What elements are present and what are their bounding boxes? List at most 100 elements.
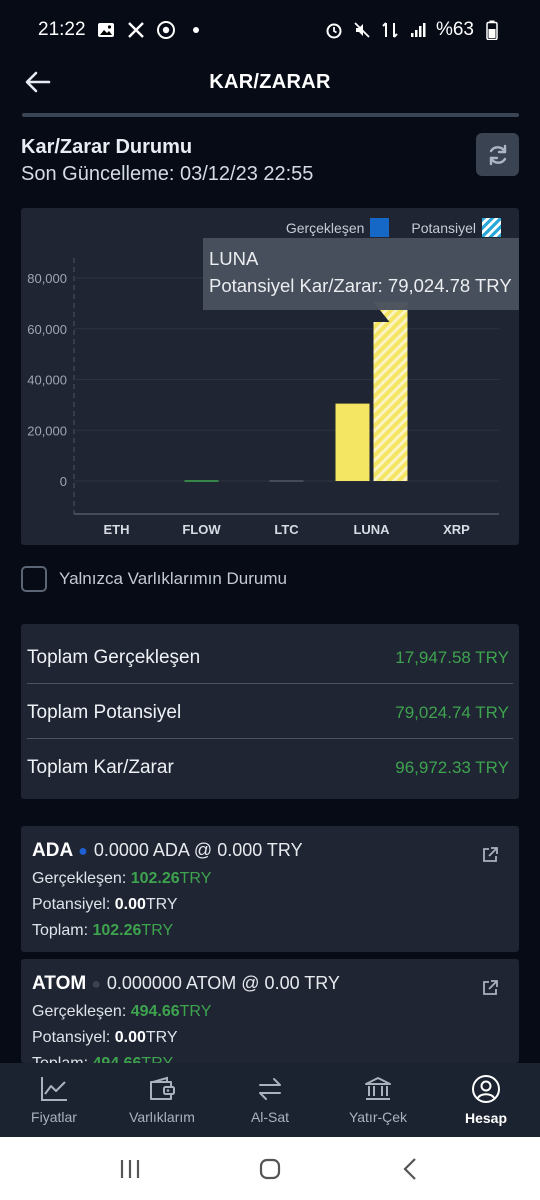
refresh-icon xyxy=(489,144,506,165)
legend-swatch-potential[interactable] xyxy=(482,218,501,237)
battery-icon xyxy=(482,20,502,40)
asset-symbol: ADA xyxy=(32,840,74,861)
holdings-only-checkbox[interactable] xyxy=(21,566,47,592)
x-tick-label: XRP xyxy=(443,522,470,537)
x-tick-label: ETH xyxy=(104,522,130,537)
realized-label: Gerçekleşen: xyxy=(32,1003,127,1020)
data-icon xyxy=(380,20,400,40)
nav-label: Al-Sat xyxy=(250,1109,290,1125)
potential-value: 0.00 xyxy=(114,1029,146,1046)
asset-header: ADA ● 0.0000 ADA @ 0.000 TRY xyxy=(32,840,303,862)
totals-card: Toplam Gerçekleşen 17,947.58 TRY Toplam … xyxy=(21,624,519,799)
total-realized-value: 17,947.58 TRY xyxy=(395,647,509,667)
recent-apps-icon xyxy=(120,1159,140,1178)
chart-line-icon xyxy=(41,1077,67,1101)
realized-currency: TRY xyxy=(179,1003,212,1020)
asset-symbol: ATOM xyxy=(32,973,87,994)
total-currency: TRY xyxy=(141,922,174,939)
arrow-left-icon xyxy=(25,71,51,93)
nav-label: Fiyatlar xyxy=(31,1109,77,1125)
asset-dot-icon: ● xyxy=(78,843,88,860)
home-icon xyxy=(259,1158,281,1179)
potential-value: 0.00 xyxy=(114,896,146,913)
asset-total: Toplam: 102.26TRY xyxy=(32,922,173,940)
total-pl-label: Toplam Kar/Zarar xyxy=(27,756,174,778)
profit-loss-chart: 0 20,000 40,000 60,000 80,000 ETH FLOW LTC LUNA X… xyxy=(21,208,519,545)
section-title: Kar/Zarar Durumu xyxy=(21,136,193,158)
total-potential-row: Toplam Potansiyel 79,024.74 TRY xyxy=(27,685,513,740)
holdings-only-label: Yalnızca Varlıklarımın Durumu xyxy=(59,569,287,588)
y-tick-label: 0 xyxy=(60,474,67,489)
legend-swatch-realized[interactable] xyxy=(370,218,390,237)
potential-label: Potansiyel: xyxy=(32,1029,111,1046)
nav-item-prices[interactable]: Fiyatlar xyxy=(0,1063,108,1137)
external-link-button[interactable] xyxy=(481,979,499,997)
asset-realized: Gerçekleşen: 494.66TRY xyxy=(32,1003,211,1021)
y-tick-label: 20,000 xyxy=(27,423,67,438)
notification-dot-icon xyxy=(186,20,206,40)
potential-currency: TRY xyxy=(145,896,178,913)
status-bar: 21:22 %63 xyxy=(0,0,540,60)
nav-label: Varlıklarım xyxy=(129,1109,195,1125)
asset-card-ada[interactable]: ADA ● 0.0000 ADA @ 0.000 TRY Gerçekleşen… xyxy=(21,826,519,952)
swap-arrows-icon xyxy=(259,1078,281,1100)
asset-quantity: 0.0000 ADA @ 0.000 TRY xyxy=(93,840,303,860)
mute-icon xyxy=(352,20,372,40)
system-back-button[interactable] xyxy=(390,1149,430,1189)
total-label: Toplam: xyxy=(32,922,89,939)
asset-potential: Potansiyel: 0.00TRY xyxy=(32,896,178,914)
status-time: 21:22 xyxy=(38,19,86,40)
divider xyxy=(27,738,513,739)
system-navigation xyxy=(0,1137,540,1200)
nav-item-account[interactable]: Hesap xyxy=(432,1063,540,1137)
alarm-icon xyxy=(324,20,344,40)
bar-potential-luna xyxy=(373,302,408,481)
wallet-icon xyxy=(150,1076,175,1100)
potential-label: Potansiyel: xyxy=(32,896,111,913)
signal-icon xyxy=(408,20,428,40)
realized-currency: TRY xyxy=(179,870,212,887)
external-link-icon xyxy=(483,980,498,995)
last-updated: Son Güncelleme: 03/12/23 22:55 xyxy=(21,163,314,185)
total-value: 494.66 xyxy=(92,1055,141,1063)
total-realized-row: Toplam Gerçekleşen 17,947.58 TRY xyxy=(27,630,513,685)
holdings-only-filter[interactable]: Yalnızca Varlıklarımın Durumu xyxy=(21,566,287,592)
x-tick-label: LTC xyxy=(274,522,299,537)
potential-currency: TRY xyxy=(145,1029,178,1046)
asset-realized: Gerçekleşen: 102.26TRY xyxy=(32,870,211,888)
user-icon xyxy=(472,1075,500,1103)
nav-item-deposit-withdraw[interactable]: Yatır-Çek xyxy=(324,1063,432,1137)
total-label: Toplam: xyxy=(32,1055,88,1063)
asset-potential: Potansiyel: 0.00TRY xyxy=(32,1029,178,1047)
home-button[interactable] xyxy=(250,1149,290,1189)
asset-total: Toplam: 494.66TRY xyxy=(32,1055,173,1063)
nav-item-assets[interactable]: Varlıklarım xyxy=(108,1063,216,1137)
refresh-button[interactable] xyxy=(476,133,519,176)
y-tick-label: 60,000 xyxy=(27,322,67,337)
realized-label: Gerçekleşen: xyxy=(32,870,127,887)
recent-apps-button[interactable] xyxy=(110,1149,150,1189)
legend-label-realized: Gerçekleşen xyxy=(285,219,365,236)
nav-label: Hesap xyxy=(464,1110,508,1126)
x-icon xyxy=(126,20,146,40)
asset-dot-icon: ● xyxy=(91,976,101,993)
asset-header: ATOM ● 0.000000 ATOM @ 0.00 TRY xyxy=(32,973,340,995)
app-bar: KAR/ZARAR xyxy=(0,60,540,104)
battery-level: %63 xyxy=(435,19,474,40)
asset-card-atom[interactable]: ATOM ● 0.000000 ATOM @ 0.00 TRY Gerçekle… xyxy=(21,959,519,1063)
divider xyxy=(27,683,513,684)
external-link-button[interactable] xyxy=(481,846,499,864)
total-pl-row: Toplam Kar/Zarar 96,972.33 TRY xyxy=(27,740,513,795)
back-button[interactable] xyxy=(22,66,54,98)
realized-value: 102.26 xyxy=(130,870,180,887)
x-tick-label: LUNA xyxy=(353,522,390,537)
bar-realized-luna xyxy=(335,403,370,481)
chevron-left-icon xyxy=(403,1157,416,1180)
total-value: 102.26 xyxy=(92,922,142,939)
asset-quantity: 0.000000 ATOM @ 0.00 TRY xyxy=(106,973,340,993)
bank-icon xyxy=(365,1077,391,1100)
tooltip-title: LUNA xyxy=(209,248,259,269)
nav-item-trade[interactable]: Al-Sat xyxy=(216,1063,324,1137)
chart-legend: Gerçekleşen Potansiyel xyxy=(286,218,501,237)
y-tick-label: 40,000 xyxy=(27,373,67,388)
